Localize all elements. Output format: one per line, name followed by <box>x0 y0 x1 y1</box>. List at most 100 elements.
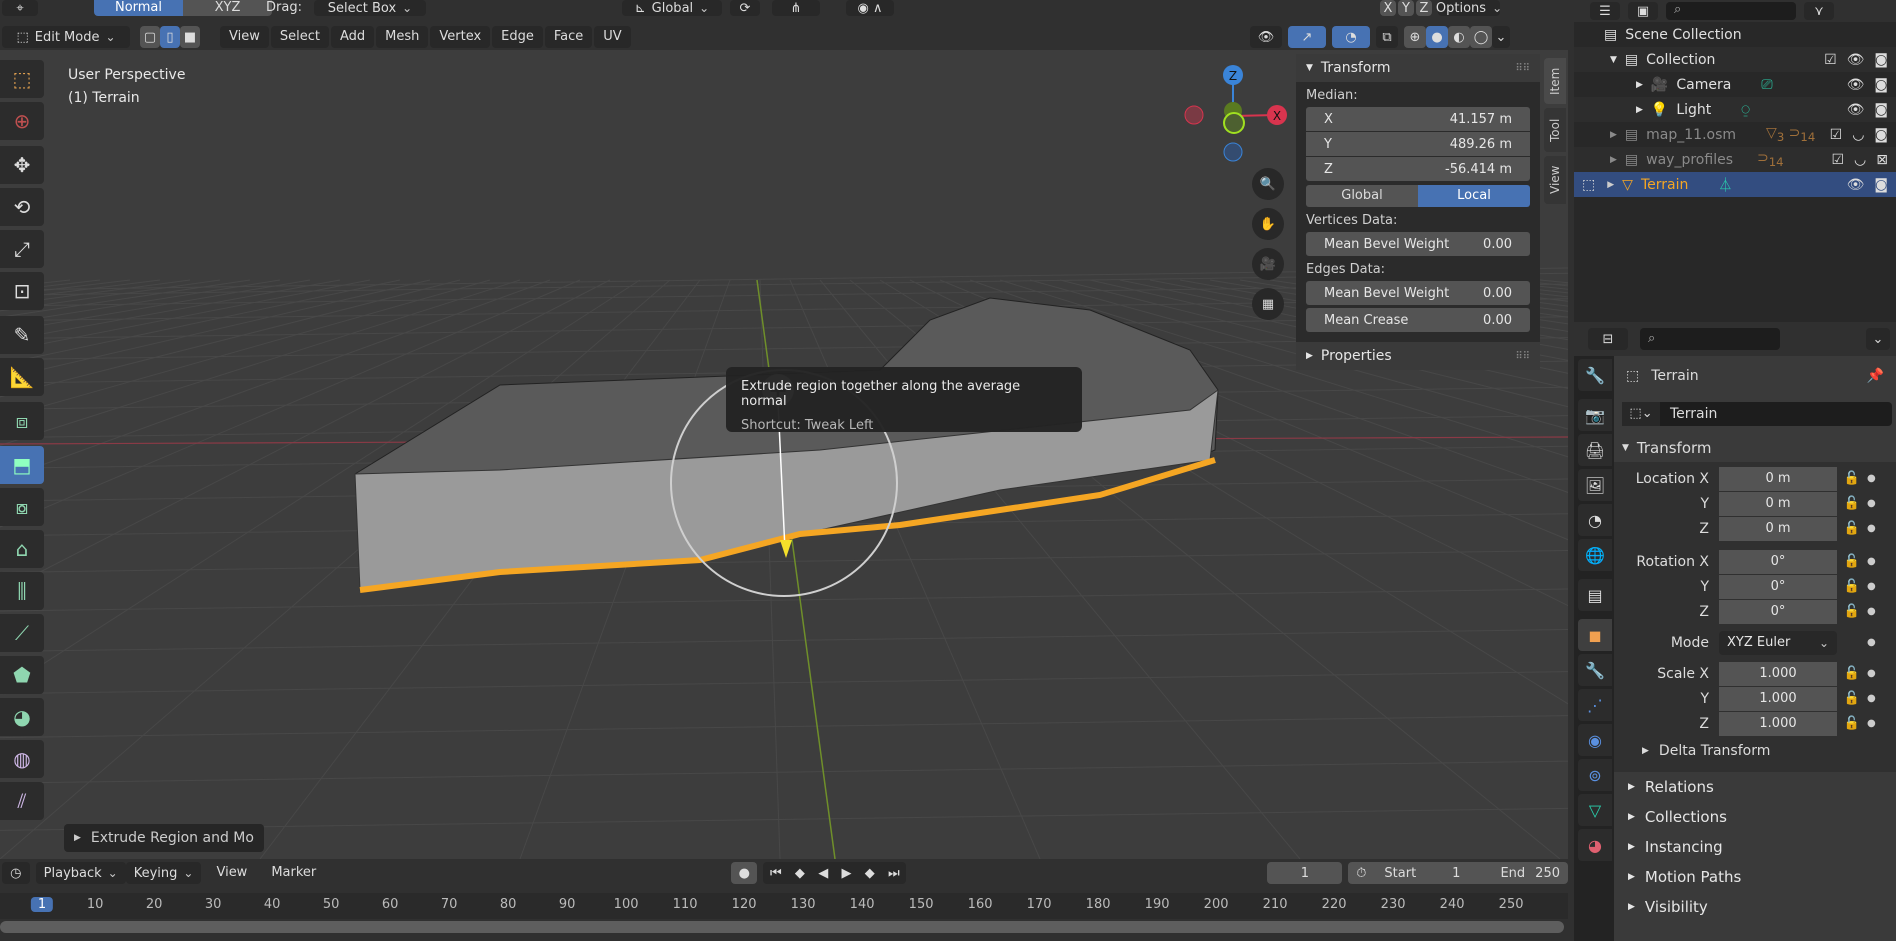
outliner-search-input[interactable]: ⌕ <box>1666 2 1796 20</box>
material-tab-icon[interactable]: ◕ <box>1578 829 1612 861</box>
scale-z-field[interactable]: 1.000 <box>1719 711 1837 736</box>
keyframe-dot-icon[interactable]: ● <box>1867 606 1881 617</box>
timeline-view-menu[interactable]: View <box>207 862 256 884</box>
add-cube-tool-icon[interactable]: ⧈ <box>0 402 44 440</box>
selectability-visibility-icon[interactable]: 👁 <box>1250 26 1282 48</box>
overlay-toggle-icon[interactable]: ◔ <box>1332 26 1370 48</box>
median-x-field[interactable]: X 41.157 m <box>1306 107 1530 131</box>
camera-render-icon[interactable]: ◙ <box>1874 177 1888 193</box>
mirror-y[interactable]: Y <box>1398 0 1414 16</box>
section-relations[interactable]: ▶ Relations <box>1614 772 1896 802</box>
mode-dropdown[interactable]: ⬚ Edit Mode <box>2 26 130 48</box>
gizmo-neg-y-icon[interactable] <box>1223 112 1245 134</box>
world-tab-icon[interactable]: 🌐 <box>1578 539 1612 571</box>
tab-tool[interactable]: Tool <box>1544 108 1566 152</box>
solid-shading-icon[interactable]: ● <box>1426 26 1448 48</box>
rotation-z-field[interactable]: 0° <box>1719 599 1837 624</box>
lock-icon[interactable]: 🔓 <box>1837 716 1867 731</box>
outliner-row-light[interactable]: ▶ 💡 Light ⍜ 👁 ◙ <box>1574 97 1896 122</box>
outliner-row-scene-collection[interactable]: ▤ Scene Collection <box>1574 22 1896 47</box>
lock-icon[interactable]: 🔓 <box>1837 691 1867 706</box>
loop-cut-tool-icon[interactable]: ⫼ <box>0 572 44 610</box>
outliner-filter-icon[interactable]: ⋎ <box>1804 2 1834 20</box>
keyframe-dot-icon[interactable]: ● <box>1867 637 1881 648</box>
extrude-region-tool-icon[interactable]: ⬒ <box>0 446 44 484</box>
checkbox-icon[interactable]: ☑ <box>1830 127 1843 143</box>
ortho-grid-icon[interactable]: ▦ <box>1252 288 1284 320</box>
section-visibility[interactable]: ▶ Visibility <box>1614 892 1896 922</box>
eye-icon[interactable]: 👁 <box>1847 102 1865 118</box>
lock-icon[interactable]: 🔓 <box>1837 604 1867 619</box>
keying-menu[interactable]: Keying <box>125 862 202 884</box>
mirror-x[interactable]: X <box>1380 0 1396 16</box>
delta-transform-header[interactable]: ▶ Delta Transform <box>1614 736 1896 766</box>
measure-tool-icon[interactable]: 📐 <box>0 358 44 396</box>
options-dropdown[interactable]: Options <box>1436 0 1500 16</box>
edge-bevel-weight-field[interactable]: Mean Bevel Weight 0.00 <box>1306 281 1530 305</box>
timeline-scrollbar[interactable] <box>0 921 1564 933</box>
section-motion-paths[interactable]: ▶ Motion Paths <box>1614 862 1896 892</box>
keyframe-dot-icon[interactable]: ● <box>1867 556 1881 567</box>
camera-render-icon[interactable]: ◙ <box>1874 52 1888 68</box>
keyframe-dot-icon[interactable]: ● <box>1867 581 1881 592</box>
lock-icon[interactable]: 🔓 <box>1837 471 1867 486</box>
drag-handle-icon[interactable]: ⠿⠿ <box>1515 63 1530 74</box>
render-tab-icon[interactable]: 📷 <box>1578 399 1612 431</box>
location-y-field[interactable]: 0 m <box>1719 491 1837 516</box>
local-button[interactable]: Local <box>1418 185 1530 207</box>
section-collections[interactable]: ▶ Collections <box>1614 802 1896 832</box>
keyframe-dot-icon[interactable]: ● <box>1867 523 1881 534</box>
outliner-row-way-profiles[interactable]: ▶ ▤ way_profiles ⊃14 ☑ ◡ ⊠ <box>1574 147 1896 172</box>
menu-vertex[interactable]: Vertex <box>430 26 491 48</box>
pan-hand-icon[interactable]: ✋ <box>1252 208 1284 240</box>
xyz-button[interactable]: XYZ <box>183 0 272 16</box>
menu-view[interactable]: View <box>220 26 269 48</box>
editor-type-button[interactable]: ⌖ <box>2 0 38 16</box>
play-reverse-icon[interactable]: ◀ <box>818 866 828 881</box>
auto-keying-toggle[interactable]: ● <box>731 862 758 884</box>
lock-icon[interactable]: 🔓 <box>1837 666 1867 681</box>
editor-type-clock-icon[interactable]: ◷ <box>2 862 30 884</box>
keyframe-dot-icon[interactable]: ● <box>1867 668 1881 679</box>
zoom-icon[interactable]: 🔍 <box>1252 168 1284 200</box>
output-tab-icon[interactable]: 🖨 <box>1578 434 1612 466</box>
particles-tab-icon[interactable]: ⋰ <box>1578 689 1612 721</box>
camera-render-icon[interactable]: ◙ <box>1874 127 1888 143</box>
eye-closed-icon[interactable]: ◡ <box>1852 127 1864 143</box>
start-frame-field[interactable]: 1 <box>1452 866 1460 881</box>
jump-start-icon[interactable]: ⏮ <box>770 866 782 881</box>
lock-icon[interactable]: 🔓 <box>1837 554 1867 569</box>
keyframe-dot-icon[interactable]: ● <box>1867 718 1881 729</box>
extrude-arrow-icon[interactable] <box>780 540 792 558</box>
transform-tool-icon[interactable]: ⊡ <box>0 272 44 310</box>
gizmo-neg-z-icon[interactable] <box>1223 142 1243 162</box>
end-frame-field[interactable]: 250 <box>1535 866 1560 881</box>
object-type-dropdown[interactable]: ⬚⌄ <box>1622 402 1660 426</box>
keyframe-dot-icon[interactable]: ● <box>1867 473 1881 484</box>
keyframe-dot-icon[interactable]: ● <box>1867 498 1881 509</box>
eye-closed-icon[interactable]: ◡ <box>1854 152 1866 168</box>
select-mode-toggle[interactable]: Normal XYZ <box>94 0 272 16</box>
navigation-gizmo[interactable]: Z X <box>1180 60 1290 170</box>
inset-faces-tool-icon[interactable]: ⧇ <box>0 488 44 526</box>
wireframe-shading-icon[interactable]: ⊕ <box>1404 26 1426 48</box>
gizmo-neg-x-icon[interactable] <box>1184 105 1204 125</box>
normal-button[interactable]: Normal <box>94 0 183 16</box>
scale-x-field[interactable]: 1.000 <box>1719 661 1837 686</box>
camera-render-icon[interactable]: ◙ <box>1874 77 1888 93</box>
modifier-tab-icon[interactable]: 🔧 <box>1578 654 1612 686</box>
play-icon[interactable]: ▶ <box>841 866 851 881</box>
outliner-row-map-osm[interactable]: ▶ ▤ map_11.osm ▽3 ⊃14 ☑ ◡ ◙ <box>1574 122 1896 147</box>
rotation-mode-dropdown[interactable]: XYZ Euler <box>1719 630 1837 655</box>
outliner-row-collection[interactable]: ▼ ▤ Collection ☑ 👁 ◙ <box>1574 47 1896 72</box>
properties-panel-header[interactable]: ▶ Properties ⠿⠿ <box>1296 342 1540 370</box>
render-disabled-icon[interactable]: ⊠ <box>1876 152 1888 168</box>
eye-icon[interactable]: 👁 <box>1847 177 1865 193</box>
eye-icon[interactable]: 👁 <box>1847 77 1865 93</box>
location-z-field[interactable]: 0 m <box>1719 516 1837 541</box>
tab-view[interactable]: View <box>1544 156 1566 204</box>
camera-view-icon[interactable]: 🎥 <box>1252 248 1284 280</box>
median-y-field[interactable]: Y 489.26 m <box>1306 132 1530 156</box>
select-box-tool-icon[interactable]: ⬚ <box>0 60 44 98</box>
pivot-dropdown[interactable]: ⟳ <box>730 0 760 16</box>
